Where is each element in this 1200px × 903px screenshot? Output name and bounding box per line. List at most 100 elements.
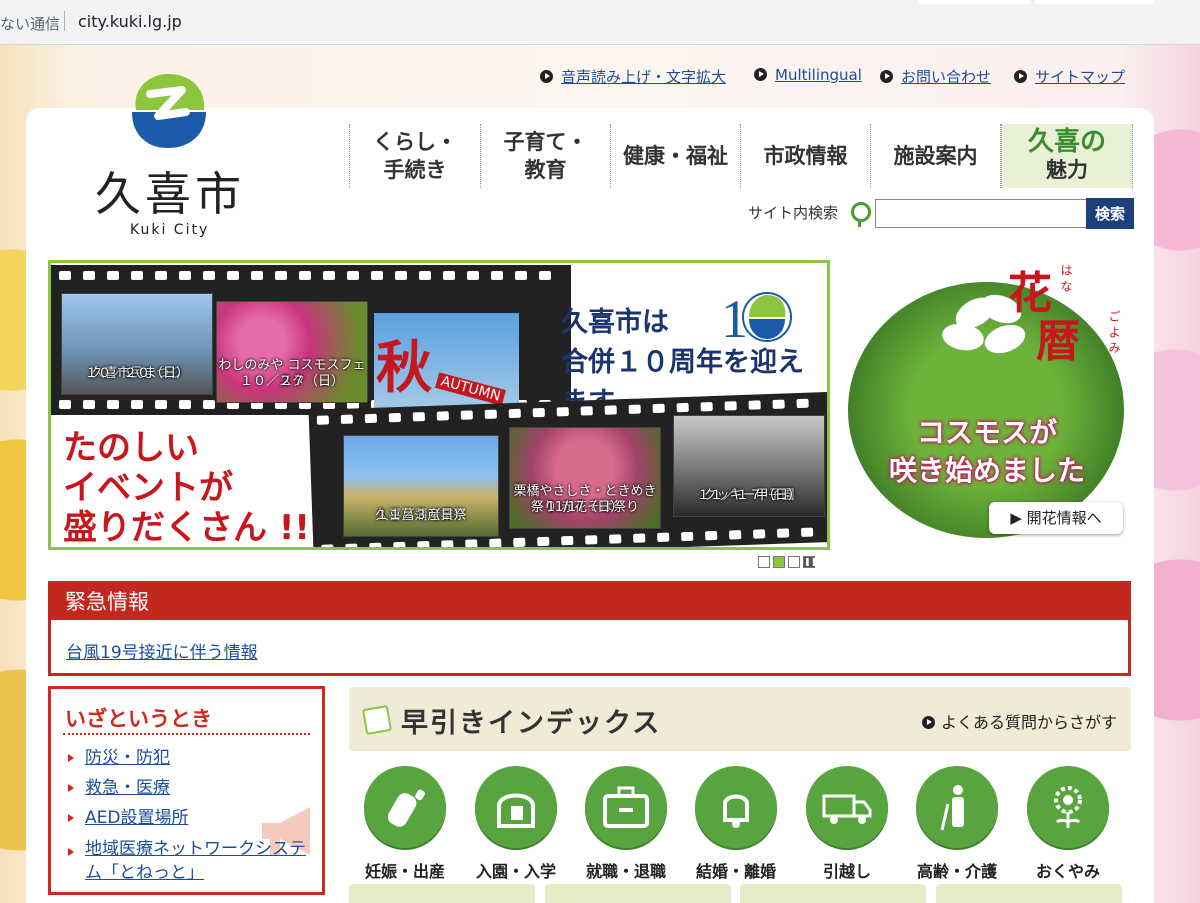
- category-tab[interactable]: [740, 884, 926, 903]
- bloom-info-button[interactable]: ▶ 開花情報へ: [989, 502, 1123, 534]
- film-perforation: [436, 411, 449, 421]
- film-perforation: [412, 412, 425, 422]
- life-event-label: 就職・退職: [585, 862, 666, 881]
- film-perforation: [700, 402, 713, 412]
- film-perforation: [467, 271, 479, 280]
- quick-index-header: 早引きインデックス よくある質問からさがす: [349, 687, 1131, 751]
- life-event-school[interactable]: 入園・入学: [468, 766, 564, 882]
- divider: [63, 733, 310, 735]
- nav-shisei[interactable]: 市政情報: [740, 124, 870, 188]
- flower-calendar-banner[interactable]: 花暦 は な ご よ み コスモスが 咲き始めました ▶ 開花情報へ: [844, 264, 1130, 546]
- life-event-moving[interactable]: 引越し: [799, 766, 895, 882]
- film-perforation: [107, 271, 119, 280]
- nav-shisetsu[interactable]: 施設案内: [870, 124, 1001, 188]
- school-bag-icon: [497, 793, 535, 828]
- film-perforation: [748, 400, 761, 410]
- slide-dot[interactable]: [758, 556, 770, 568]
- ruby-text: は な: [1059, 264, 1073, 292]
- film-perforation: [340, 414, 354, 424]
- film-perforation: [417, 540, 430, 547]
- faq-link[interactable]: よくある質問からさがす: [921, 709, 1117, 733]
- search-button[interactable]: 検索: [1086, 198, 1134, 229]
- nav-kenko[interactable]: 健康・福祉: [610, 124, 740, 188]
- film-perforation: [227, 271, 239, 280]
- nav-kosodate[interactable]: 子育て・ 教育: [480, 124, 610, 188]
- pause-icon[interactable]: ❚❚: [803, 556, 817, 568]
- film-perforation: [179, 271, 191, 280]
- main-banner[interactable]: 久喜市民まつり １０／２０（日） わしのみや コスモスフェスタ １０／２７（日） 秋…: [48, 260, 830, 550]
- briefcase-icon: [603, 786, 649, 828]
- city-name: 久喜市: [95, 167, 245, 221]
- film-perforation: [59, 271, 71, 280]
- film-perforation: [539, 271, 551, 280]
- util-link-sitemap[interactable]: サイトマップ: [1014, 66, 1125, 87]
- film-perforation: [155, 271, 167, 280]
- browser-tab[interactable]: [918, 0, 1030, 4]
- film-perforation: [515, 271, 527, 280]
- url-text[interactable]: city.kuki.lg.jp: [78, 12, 182, 31]
- izato-link-bousai[interactable]: 防災・防犯: [65, 743, 315, 773]
- search-icon: [851, 202, 871, 227]
- util-link-contact[interactable]: お問い合わせ: [880, 66, 991, 87]
- arrow-bullet-icon: [880, 70, 893, 83]
- film-perforation: [657, 532, 670, 543]
- flower-message: コスモスが 咲き始めました: [888, 416, 1085, 487]
- life-event-marriage[interactable]: 結婚・離婚: [688, 766, 784, 882]
- izato-link-aed[interactable]: AED設置場所: [65, 803, 315, 833]
- life-event-condolence[interactable]: おくやみ: [1020, 766, 1116, 882]
- film-perforation: [489, 538, 502, 547]
- browser-tab[interactable]: [1035, 0, 1155, 4]
- note-icon: [361, 704, 393, 736]
- search-label: サイト内検索: [748, 204, 839, 222]
- search-input[interactable]: [875, 199, 1089, 228]
- film-perforation: [556, 407, 569, 417]
- izato-link-kyukyu[interactable]: 救急・医療: [65, 773, 315, 803]
- life-event-label: 結婚・離婚: [695, 862, 776, 881]
- film-perforation: [537, 536, 550, 547]
- film-perforation: [371, 271, 383, 280]
- arrow-bullet-icon: [754, 68, 767, 81]
- film-perforation: [388, 412, 402, 423]
- category-tab[interactable]: [349, 884, 535, 903]
- event-photo: 久喜市民まつり １０／２０（日）: [61, 293, 213, 395]
- film-perforation: [83, 400, 95, 409]
- film-perforation: [321, 544, 334, 547]
- film-perforation: [59, 400, 71, 409]
- film-perforation: [131, 271, 143, 280]
- event-photo: 久喜菖蒲産業祭 １１／３（日）: [343, 435, 499, 537]
- emergency-title: 緊急情報: [51, 584, 1128, 620]
- film-perforation: [796, 398, 809, 409]
- slide-dot[interactable]: [788, 556, 800, 568]
- film-perforation: [364, 413, 378, 424]
- baby-bottle-icon: [387, 789, 425, 827]
- life-event-elderly[interactable]: 高齢・介護: [909, 766, 1005, 882]
- slide-dot-active[interactable]: [773, 556, 785, 568]
- film-perforation: [107, 400, 119, 409]
- category-tab[interactable]: [545, 884, 731, 903]
- film-perforation: [772, 399, 785, 409]
- film-perforation: [83, 271, 95, 280]
- life-event-pregnancy[interactable]: 妊娠・出産: [357, 766, 453, 882]
- film-perforation: [441, 540, 454, 547]
- util-link-multilingual[interactable]: Multilingual: [754, 66, 862, 84]
- film-perforation: [800, 527, 814, 538]
- life-event-job[interactable]: 就職・退職: [578, 766, 674, 882]
- security-status: ない通信: [0, 15, 61, 33]
- film-perforation: [316, 415, 330, 425]
- nav-kurashi[interactable]: くらし・ 手続き: [349, 124, 480, 188]
- film-perforation: [299, 271, 311, 280]
- film-perforation: [724, 401, 737, 411]
- nav-miryoku[interactable]: 久喜の 魅力: [1001, 124, 1133, 188]
- izato-link-tonet[interactable]: 地域医療ネットワークシステム「とねっと」: [65, 837, 315, 885]
- emergency-link[interactable]: 台風19号接近に伴う情報: [66, 638, 258, 663]
- util-link-voice[interactable]: 音声読み上げ・文字拡大: [540, 66, 726, 87]
- life-event-label: 高齢・介護: [916, 862, 997, 881]
- city-logo-icon[interactable]: [128, 72, 208, 150]
- film-perforation: [251, 271, 263, 280]
- category-tab[interactable]: [936, 884, 1122, 903]
- film-perforation: [604, 405, 617, 415]
- film-perforation: [676, 402, 689, 413]
- ruby-text: ご よ み: [1107, 310, 1121, 354]
- film-perforation: [508, 408, 521, 419]
- arrow-bullet-icon: [1014, 70, 1027, 83]
